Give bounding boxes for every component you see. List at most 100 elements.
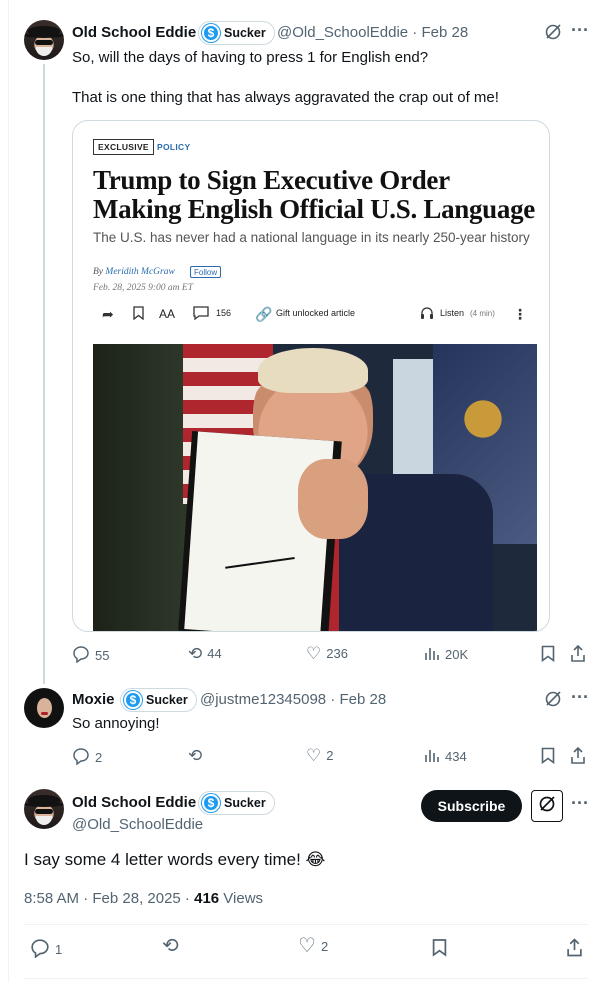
avatar[interactable] <box>24 20 64 60</box>
dollar-icon: $ <box>124 691 142 709</box>
views-count: 416 <box>194 890 220 907</box>
article-headline: Trump to Sign Executive Order Making Eng… <box>93 165 535 224</box>
bookmark-button[interactable] <box>541 747 555 767</box>
dollar-icon: $ <box>202 794 220 812</box>
grok-button[interactable] <box>531 790 563 822</box>
avatar[interactable] <box>24 789 64 829</box>
follow-button: Follow <box>190 266 222 278</box>
more-icon[interactable]: ··· <box>571 794 589 812</box>
article-dek: The U.S. has never had a national langua… <box>93 230 530 245</box>
tag-policy: POLICY <box>157 142 191 152</box>
reply-icon <box>72 747 90 768</box>
thread-connector <box>43 64 45 684</box>
like-button[interactable]: ♡ 2 <box>298 935 329 957</box>
like-count: 236 <box>326 646 348 661</box>
retweet-count: 44 <box>207 646 222 661</box>
badge-label: Sucker <box>224 796 266 810</box>
byline-prefix: By <box>93 267 106 277</box>
views-icon <box>424 645 440 664</box>
dollar-icon: $ <box>202 24 220 42</box>
more-vertical-icon: ⋮ <box>513 306 527 322</box>
article-date: Feb. 28, 2025 9:00 am ET <box>93 283 194 293</box>
views-button[interactable]: 20K <box>424 645 468 664</box>
share-button[interactable] <box>570 746 586 767</box>
headphones-icon <box>420 306 434 323</box>
more-icon[interactable]: ··· <box>571 21 589 39</box>
tweet-actions: 2 ⟲ ♡ 2 434 <box>72 746 592 768</box>
tweet-text: So annoying! <box>72 715 160 732</box>
link-icon: 🔗 <box>255 306 273 322</box>
page-border <box>8 0 9 982</box>
reply-count: 2 <box>95 750 103 765</box>
retweet-icon: ⟲ <box>188 644 203 663</box>
badge-label: Sucker <box>146 693 188 707</box>
author-name[interactable]: Old School Eddie <box>72 794 196 811</box>
badge-label: Sucker <box>224 26 266 40</box>
gift-article: Gift unlocked article <box>276 308 356 318</box>
grok-icon <box>538 795 556 818</box>
subscribe-button[interactable]: Subscribe <box>421 790 522 822</box>
heart-icon: ♡ <box>298 935 316 957</box>
bookmark-button[interactable] <box>541 645 555 665</box>
tweet-actions: 55 ⟲ 44 ♡ 236 20K <box>72 644 592 666</box>
like-button[interactable]: ♡ 2 <box>306 747 333 764</box>
retweet-button[interactable]: ⟲ <box>188 747 202 764</box>
retweet-icon: ⟲ <box>162 935 179 957</box>
author-link: Meridith McGraw <box>105 267 175 277</box>
like-count: 2 <box>326 748 334 763</box>
handle-date[interactable]: @Old_SchoolEddie · Feb 28 <box>277 24 468 41</box>
more-icon[interactable]: ··· <box>571 688 589 706</box>
tag-exclusive: EXCLUSIVE <box>93 139 154 155</box>
retweet-button[interactable]: ⟲ 44 <box>188 645 222 662</box>
subscriber-badge[interactable]: $ Sucker <box>198 791 275 815</box>
like-count: 2 <box>320 939 329 954</box>
bookmark-icon <box>541 645 555 665</box>
handle-date[interactable]: @justme12345098 · Feb 28 <box>200 691 386 708</box>
share-icon <box>570 644 586 665</box>
divider <box>24 978 588 979</box>
timestamp-text: 8:58 AM · Feb 28, 2025 · <box>24 890 195 907</box>
tweet-text: I say some 4 letter words every time! 😂 <box>24 850 326 869</box>
author-handle[interactable]: @Old_SchoolEddie <box>72 816 203 833</box>
bookmark-icon <box>133 306 144 323</box>
text-size-icon: AA <box>159 307 176 321</box>
author-name[interactable]: Moxie <box>72 691 115 708</box>
bookmark-button[interactable] <box>432 938 447 960</box>
tweet-text-line: That is one thing that has always aggrav… <box>72 89 499 106</box>
share-icon <box>570 746 586 767</box>
reply-count: 55 <box>95 648 110 663</box>
retweet-icon: ⟲ <box>188 746 203 765</box>
share-button[interactable] <box>566 938 583 960</box>
comment-count: 156 <box>216 308 232 318</box>
reply-button[interactable]: 55 <box>72 645 109 666</box>
divider <box>24 924 588 925</box>
share-button[interactable] <box>570 644 586 665</box>
subscriber-badge[interactable]: $ Sucker <box>120 688 197 712</box>
heart-icon: ♡ <box>306 644 322 663</box>
bookmark-icon <box>541 747 555 767</box>
comment-icon <box>193 306 209 323</box>
reply-button[interactable]: 1 <box>30 938 62 961</box>
views-count: 20K <box>445 647 469 662</box>
reply-icon <box>72 645 90 666</box>
views-icon <box>424 747 440 766</box>
subscriber-badge[interactable]: $ Sucker <box>198 21 275 45</box>
reply-button[interactable]: 2 <box>72 747 102 768</box>
tweet-actions: 1 ⟲ ♡ 2 <box>30 935 590 961</box>
grok-icon[interactable] <box>544 23 562 44</box>
reply-count: 1 <box>55 942 63 957</box>
author-name[interactable]: Old School Eddie <box>72 24 196 41</box>
share-icon <box>566 938 583 960</box>
views-button[interactable]: 434 <box>424 747 467 766</box>
grok-icon[interactable] <box>544 690 562 711</box>
tweet-text-line: So, will the days of having to press 1 f… <box>72 49 429 66</box>
tweet-timestamp[interactable]: 8:58 AM · Feb 28, 2025 · 416 Views <box>24 890 263 907</box>
avatar[interactable] <box>24 688 64 728</box>
article-photo <box>93 344 537 631</box>
article-card[interactable]: EXCLUSIVE POLICY Trump to Sign Executive… <box>72 120 550 632</box>
like-button[interactable]: ♡ 236 <box>306 645 348 662</box>
retweet-button[interactable]: ⟲ <box>162 935 179 957</box>
views-label: Views <box>219 890 264 907</box>
listen-label: Listen <box>440 308 465 318</box>
views-count: 434 <box>445 749 467 764</box>
